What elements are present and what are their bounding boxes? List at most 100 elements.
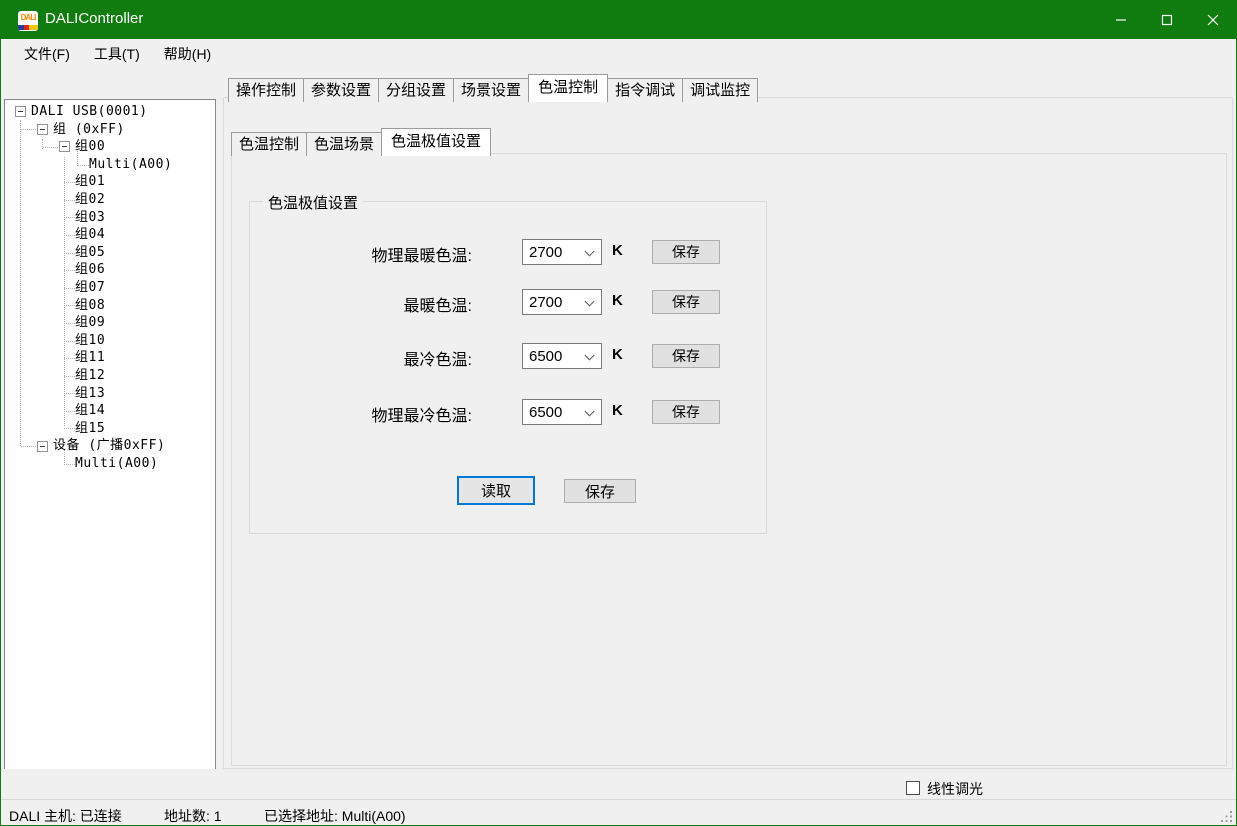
- chevron-down-icon: [585, 247, 595, 257]
- row-save-button[interactable]: 保存: [652, 400, 720, 424]
- row-save-button[interactable]: 保存: [652, 290, 720, 314]
- tree-item[interactable]: 组03: [5, 209, 215, 227]
- tree-item[interactable]: Multi(A00): [5, 156, 215, 174]
- tree-item-label: 组13: [75, 386, 105, 401]
- chevron-down-icon: [585, 297, 595, 307]
- tree-item-label: 组01: [75, 174, 105, 189]
- sub-tab[interactable]: 色温极值设置: [381, 128, 491, 156]
- main-tab[interactable]: 操作控制: [228, 78, 304, 102]
- main-tab[interactable]: 分组设置: [378, 78, 454, 102]
- tree-item[interactable]: 组02: [5, 191, 215, 209]
- main-tab[interactable]: 场景设置: [453, 78, 529, 102]
- status-selected-address: 已选择地址: Multi(A00): [264, 806, 406, 826]
- tree-item[interactable]: 组04: [5, 226, 215, 244]
- tree-item[interactable]: 组11: [5, 349, 215, 367]
- row-save-button[interactable]: 保存: [652, 344, 720, 368]
- tree-item[interactable]: 组13: [5, 385, 215, 403]
- main-tab[interactable]: 色温控制: [528, 74, 608, 102]
- tree-item[interactable]: DALI USB(0001): [5, 103, 215, 121]
- tree-connector: [64, 182, 75, 183]
- status-address-count: 地址数: 1: [164, 806, 222, 826]
- main-tab[interactable]: 参数设置: [303, 78, 379, 102]
- tree-item-label: 设备 (广播0xFF): [53, 438, 165, 453]
- tree-expander-icon[interactable]: [15, 106, 26, 117]
- cct-value-text: 2700: [529, 244, 562, 261]
- tree-item[interactable]: 设备 (广播0xFF): [5, 437, 215, 455]
- cct-value-combobox[interactable]: 2700: [522, 239, 602, 265]
- title-bar: DALI DALIController: [1, 1, 1236, 39]
- tree-expander-icon[interactable]: [37, 441, 48, 452]
- cct-value-text: 6500: [529, 404, 562, 421]
- tree-connector: [64, 288, 75, 289]
- tree-item[interactable]: 组00: [5, 138, 215, 156]
- tree-item[interactable]: 组06: [5, 261, 215, 279]
- maximize-button[interactable]: [1144, 1, 1190, 39]
- device-tree-panel: DALI USB(0001)组 (0xFF)组00Multi(A00)组01组0…: [4, 99, 216, 771]
- tree-item-label: 组12: [75, 368, 105, 383]
- tree-item-label: 组08: [75, 298, 105, 313]
- tree-connector: [64, 235, 75, 236]
- tree-connector: [64, 358, 75, 359]
- tree-item[interactable]: 组08: [5, 297, 215, 315]
- tree-connector: [21, 446, 38, 447]
- close-button[interactable]: [1190, 1, 1236, 39]
- tree-connector: [64, 270, 75, 271]
- app-icon: DALI: [18, 11, 38, 31]
- cct-value-combobox[interactable]: 6500: [522, 399, 602, 425]
- minimize-button[interactable]: [1098, 1, 1144, 39]
- cct-value-text: 2700: [529, 294, 562, 311]
- tree-item-label: 组11: [75, 350, 105, 365]
- tree-connector: [64, 253, 75, 254]
- tree-item-label: 组03: [75, 210, 105, 225]
- save-all-button[interactable]: 保存: [564, 479, 636, 503]
- tree-item-label: Multi(A00): [75, 456, 158, 471]
- window-title: DALIController: [45, 10, 143, 27]
- tree-item-label: 组05: [75, 245, 105, 260]
- sub-tab[interactable]: 色温控制: [231, 132, 307, 156]
- tree-item-label: 组02: [75, 192, 105, 207]
- tree-item[interactable]: 组12: [5, 367, 215, 385]
- tree-item[interactable]: 组09: [5, 314, 215, 332]
- main-tab[interactable]: 指令调试: [607, 78, 683, 102]
- unit-label: K: [612, 292, 623, 309]
- tree-item[interactable]: 组05: [5, 244, 215, 262]
- tree-connector: [21, 129, 38, 130]
- tree-expander-icon[interactable]: [59, 141, 70, 152]
- app-window: DALI DALIController 文件(F)工具(T)帮助(H) DALI…: [0, 0, 1237, 826]
- menu-item[interactable]: 工具(T): [82, 39, 152, 71]
- tree-item[interactable]: 组10: [5, 332, 215, 350]
- app-icon-colorbar: [18, 25, 38, 30]
- tree-item[interactable]: 组07: [5, 279, 215, 297]
- tree-connector: [43, 147, 60, 148]
- tree-connector: [64, 428, 75, 429]
- cct-value-combobox[interactable]: 6500: [522, 343, 602, 369]
- cct-row-label: 最冷色温:: [250, 346, 472, 370]
- linear-dimming-label[interactable]: 线性调光: [927, 779, 983, 799]
- linear-dimming-checkbox[interactable]: [906, 781, 920, 795]
- tree-item[interactable]: 组15: [5, 420, 215, 438]
- row-save-button[interactable]: 保存: [652, 240, 720, 264]
- tree-connector: [77, 165, 89, 166]
- menu-item[interactable]: 帮助(H): [152, 39, 223, 71]
- tree-item-label: 组04: [75, 227, 105, 242]
- unit-label: K: [612, 242, 623, 259]
- tree-connector: [64, 464, 75, 465]
- tree-item[interactable]: 组01: [5, 173, 215, 191]
- unit-label: K: [612, 402, 623, 419]
- menu-item[interactable]: 文件(F): [12, 39, 82, 71]
- chevron-down-icon: [585, 351, 595, 361]
- main-tab[interactable]: 调试监控: [682, 78, 758, 102]
- tree-connector: [64, 341, 75, 342]
- tree-connector: [64, 323, 75, 324]
- tree-item-label: 组06: [75, 262, 105, 277]
- tree-item[interactable]: 组14: [5, 402, 215, 420]
- tree-item[interactable]: 组 (0xFF): [5, 121, 215, 139]
- read-button[interactable]: 读取: [457, 476, 535, 505]
- tree-expander-icon[interactable]: [37, 124, 48, 135]
- tree-item[interactable]: Multi(A00): [5, 455, 215, 473]
- resize-grip-icon[interactable]: [1220, 810, 1233, 823]
- cct-value-combobox[interactable]: 2700: [522, 289, 602, 315]
- device-tree: DALI USB(0001)组 (0xFF)组00Multi(A00)组01组0…: [5, 100, 215, 472]
- sub-tab[interactable]: 色温场景: [306, 132, 382, 156]
- groupbox-title: 色温极值设置: [263, 192, 363, 213]
